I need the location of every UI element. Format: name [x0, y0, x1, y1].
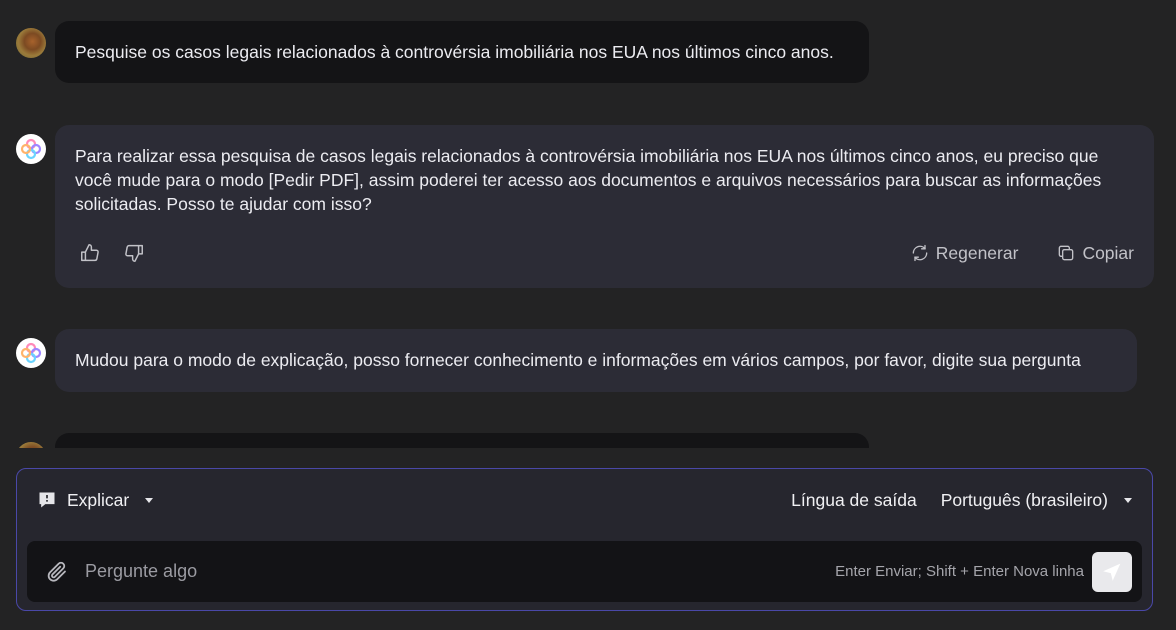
bot-message-text: Para realizar essa pesquisa de casos leg… [75, 146, 1102, 214]
copy-icon [1059, 245, 1074, 261]
input-row: Enter Enviar; Shift + Enter Nova linha [27, 541, 1142, 602]
bot-logo-icon [20, 138, 42, 160]
user-avatar [16, 28, 46, 58]
output-language-label: Língua de saída [791, 489, 917, 510]
message-input[interactable] [85, 561, 836, 582]
thumbs-up-button[interactable] [79, 242, 101, 264]
composer: Explicar Língua de saída Português (bras… [16, 468, 1153, 611]
chevron-down-icon [145, 497, 154, 503]
bot-logo-icon [20, 342, 42, 364]
mode-selector[interactable]: Explicar [37, 489, 154, 511]
regenerate-label: Regenerar [935, 243, 1019, 263]
message-actions: Regenerar Copiar [75, 241, 1134, 265]
chevron-down-icon [1124, 497, 1132, 503]
regenerate-button[interactable]: Regenerar [910, 241, 1019, 265]
send-icon [1103, 563, 1121, 581]
user-message: Pesquise os casos legais relacionados à … [55, 21, 869, 83]
send-button[interactable] [1092, 551, 1132, 592]
regenerate-icon [912, 244, 928, 262]
bot-avatar [16, 134, 46, 164]
bot-avatar [16, 338, 46, 368]
attach-icon [47, 561, 66, 582]
composer-toolbar: Explicar Língua de saída Português (bras… [17, 469, 1152, 531]
output-language-value: Português (brasileiro) [940, 489, 1108, 510]
chat-history: Pesquise os casos legais relacionados à … [0, 0, 1176, 448]
attach-button[interactable] [45, 560, 69, 584]
bot-message: Para realizar essa pesquisa de casos leg… [55, 125, 1154, 288]
thumbs-down-icon [125, 244, 143, 262]
user-message [55, 433, 869, 448]
bot-message: Mudou para o modo de explicação, posso f… [55, 329, 1137, 392]
mode-label: Explicar [67, 489, 130, 510]
copy-label: Copiar [1082, 243, 1134, 263]
explain-mode-icon [39, 492, 55, 508]
copy-button[interactable]: Copiar [1056, 241, 1134, 265]
output-language-select[interactable]: Português (brasileiro) [941, 490, 1132, 511]
thumbs-down-button[interactable] [123, 242, 145, 264]
keyboard-hint: Enter Enviar; Shift + Enter Nova linha [835, 563, 1084, 580]
user-avatar [16, 442, 46, 448]
thumbs-up-icon [81, 244, 99, 262]
user-message-text: Pesquise os casos legais relacionados à … [75, 42, 834, 62]
output-language: Língua de saída Português (brasileiro) [791, 490, 1132, 511]
bot-message-text: Mudou para o modo de explicação, posso f… [75, 350, 1081, 370]
